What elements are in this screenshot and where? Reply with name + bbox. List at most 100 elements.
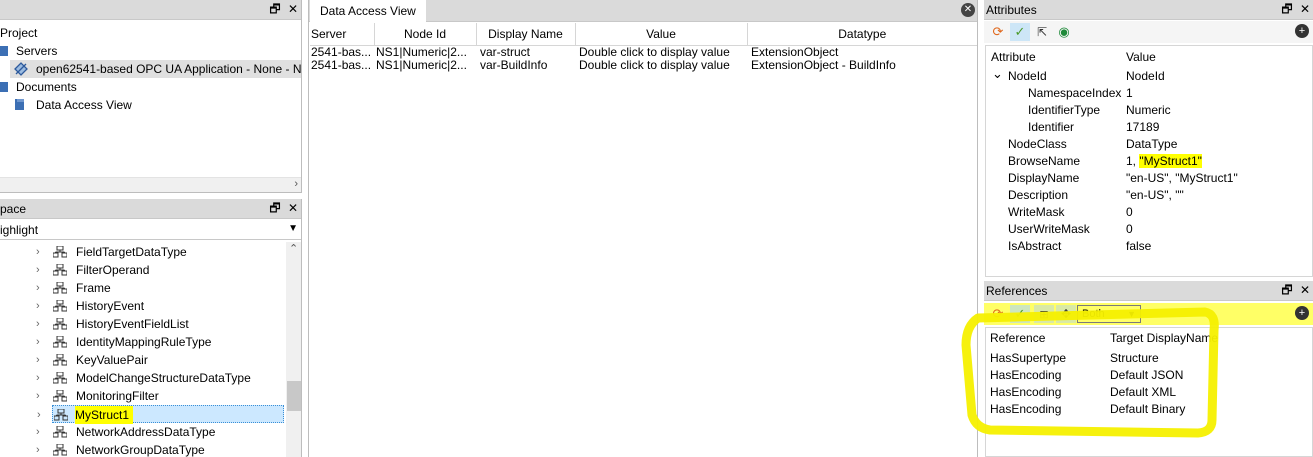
- checkmark-icon[interactable]: ✓: [1010, 23, 1030, 41]
- chevron-right-icon[interactable]: ›: [36, 423, 46, 441]
- attribute-row[interactable]: WriteMask 0: [986, 204, 1312, 221]
- float-icon[interactable]: 🗗: [269, 2, 281, 16]
- tree-item[interactable]: › FieldTargetDataType: [0, 243, 285, 261]
- monitor-icon[interactable]: ◉: [1056, 24, 1072, 40]
- attribute-value: NodeId: [1126, 69, 1165, 83]
- scroll-right-icon[interactable]: ›: [294, 178, 298, 190]
- close-icon[interactable]: ✕: [1299, 2, 1311, 16]
- column-header-value[interactable]: Value: [575, 23, 748, 46]
- add-icon[interactable]: +: [1295, 24, 1309, 38]
- tree-item[interactable]: › Frame: [0, 279, 285, 297]
- column-header-reference[interactable]: Reference: [990, 328, 1045, 348]
- tree-item[interactable]: › MonitoringFilter: [0, 387, 285, 405]
- column-header-datatype[interactable]: Datatype: [747, 23, 977, 46]
- tree-item-label: KeyValuePair: [76, 353, 148, 367]
- tree-item-label: FilterOperand: [76, 263, 150, 277]
- tree-item[interactable]: › IdentityMappingRuleType: [0, 333, 285, 351]
- address-space-vertical-scrollbar[interactable]: ⌃: [286, 242, 301, 457]
- reference-type: HasEncoding: [990, 385, 1062, 399]
- reference-row[interactable]: HasEncoding Default XML: [986, 384, 1312, 401]
- attribute-value: 0: [1126, 205, 1133, 219]
- refresh-icon[interactable]: ⟳: [990, 24, 1006, 40]
- close-icon[interactable]: ✕: [287, 201, 299, 215]
- reference-row[interactable]: HasEncoding Default Binary: [986, 401, 1312, 418]
- column-header-value[interactable]: Value: [1126, 46, 1156, 68]
- table-row[interactable]: 2541-bas... NS1|Numeric|2... var-BuildIn…: [310, 59, 977, 72]
- reference-row[interactable]: HasEncoding Default JSON: [986, 367, 1312, 384]
- chevron-right-icon[interactable]: ›: [36, 243, 46, 261]
- attribute-row[interactable]: NodeClass DataType: [986, 136, 1312, 153]
- project-title[interactable]: Project: [0, 24, 37, 42]
- float-icon[interactable]: 🗗: [1281, 283, 1293, 297]
- tree-item[interactable]: › NetworkAddressDataType: [0, 423, 285, 441]
- attribute-row[interactable]: Identifier 17189: [986, 119, 1312, 136]
- attribute-row[interactable]: Description "en-US", "": [986, 187, 1312, 204]
- chevron-right-icon[interactable]: ›: [36, 387, 46, 405]
- attribute-row[interactable]: IdentifierType Numeric: [986, 102, 1312, 119]
- chevron-right-icon[interactable]: ›: [36, 315, 46, 333]
- chevron-right-icon[interactable]: ›: [36, 297, 46, 315]
- attribute-name: NamespaceIndex: [1028, 86, 1122, 100]
- add-icon[interactable]: +: [1295, 306, 1309, 320]
- tree-item[interactable]: › NetworkGroupDataType: [0, 441, 285, 457]
- chevron-right-icon[interactable]: ›: [36, 441, 46, 457]
- attribute-row[interactable]: IsAbstract false: [986, 238, 1312, 255]
- address-space-tree: › FieldTargetDataType › FilterOperand › Frame…: [0, 243, 286, 457]
- chevron-right-icon[interactable]: ›: [36, 369, 46, 387]
- attribute-row[interactable]: BrowseName 1, "MyStruct1": [986, 153, 1312, 170]
- cell-datatype: ExtensionObject: [751, 45, 839, 59]
- chevron-right-icon[interactable]: ›: [36, 261, 46, 279]
- float-icon[interactable]: 🗗: [1281, 2, 1293, 16]
- tree-item[interactable]: › HistoryEvent: [0, 297, 285, 315]
- reference-direction-select[interactable]: Both ▼: [1077, 305, 1141, 323]
- attribute-value: 17189: [1126, 120, 1160, 134]
- tab-data-access-view[interactable]: Data Access View: [310, 0, 426, 22]
- tree-item[interactable]: › HistoryEventFieldList: [0, 315, 285, 333]
- tree-item-server-connection[interactable]: open62541-based OPC UA Application - Non…: [10, 60, 301, 78]
- attribute-row[interactable]: UserWriteMask 0: [986, 221, 1312, 238]
- chevron-right-icon[interactable]: ›: [36, 351, 46, 369]
- datatype-icon: [53, 372, 67, 384]
- close-tab-icon[interactable]: ✕: [961, 3, 975, 17]
- tree-item[interactable]: › KeyValuePair: [0, 351, 285, 369]
- tree-item-label: ModelChangeStructureDataType: [76, 371, 251, 385]
- close-icon[interactable]: ✕: [1299, 283, 1311, 297]
- column-header-target-display-name[interactable]: Target DisplayName: [1110, 328, 1218, 348]
- cursor-icon[interactable]: ⇱: [1034, 24, 1050, 40]
- table-row[interactable]: 2541-bas... NS1|Numeric|2... var-struct …: [310, 45, 977, 59]
- column-header-node-id[interactable]: Node Id: [374, 23, 477, 46]
- attribute-name: WriteMask: [1008, 205, 1065, 219]
- checkmark-icon[interactable]: ✓: [1010, 305, 1030, 323]
- move-icon[interactable]: ✥: [1056, 305, 1076, 323]
- refresh-icon[interactable]: ⟳: [990, 306, 1006, 322]
- attribute-row[interactable]: NamespaceIndex 1: [986, 85, 1312, 102]
- cell-value[interactable]: Double click to display value: [575, 45, 747, 59]
- chevron-right-icon[interactable]: ›: [36, 279, 46, 297]
- hierarchy-icon[interactable]: ⊞: [1034, 305, 1054, 323]
- cell-server: 2541-bas...: [311, 45, 372, 59]
- attribute-row[interactable]: ⌄ NodeId NodeId: [986, 65, 1312, 85]
- attribute-value-cell: Numeric: [1126, 102, 1171, 119]
- tree-item[interactable]: › ModelChangeStructureDataType: [0, 369, 285, 387]
- close-icon[interactable]: ✕: [287, 2, 299, 16]
- chevron-right-icon[interactable]: ›: [37, 406, 47, 424]
- chevron-right-icon[interactable]: ›: [36, 333, 46, 351]
- project-horizontal-scrollbar[interactable]: ›: [0, 177, 301, 192]
- attributes-header-row: Attribute Value: [986, 46, 1313, 68]
- cell-value[interactable]: Double click to display value: [575, 59, 747, 72]
- column-header-server[interactable]: Server: [310, 23, 375, 46]
- chevron-down-icon[interactable]: ⌄: [992, 65, 1003, 82]
- address-space-filter-select[interactable]: ighlight ▼: [0, 220, 301, 240]
- attribute-row[interactable]: DisplayName "en-US", "MyStruct1": [986, 170, 1312, 187]
- attribute-value: DataType: [1126, 137, 1178, 151]
- documents-folder-icon: [0, 82, 8, 92]
- float-icon[interactable]: 🗗: [269, 201, 281, 215]
- reference-row[interactable]: HasSupertype Structure: [986, 350, 1312, 367]
- scrollbar-thumb[interactable]: [287, 381, 301, 411]
- tree-item[interactable]: › MyStruct1: [37, 405, 284, 424]
- scroll-up-icon[interactable]: ⌃: [289, 242, 298, 255]
- datatype-icon: [53, 426, 67, 438]
- tree-item[interactable]: › FilterOperand: [0, 261, 285, 279]
- column-header-display-name[interactable]: Display Name: [476, 23, 576, 46]
- chevron-down-icon: ▼: [1127, 309, 1136, 319]
